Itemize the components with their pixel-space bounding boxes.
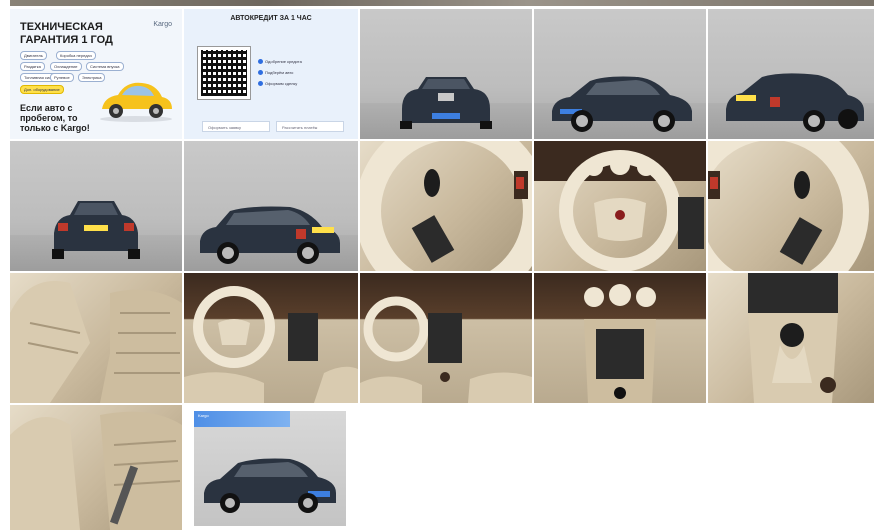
gallery-thumb-car-cover[interactable]: Kargo xyxy=(194,411,346,526)
gallery-thumb-car-rear[interactable] xyxy=(10,141,182,271)
steering-wheel-photo xyxy=(360,141,532,271)
qr-code-icon xyxy=(198,47,250,99)
bullet-icon xyxy=(258,81,263,87)
promo-chip: Охлаждение xyxy=(50,62,82,71)
gallery-thumb-car-rear-right[interactable] xyxy=(708,9,874,139)
credit-title: АВТОКРЕДИТ ЗА 1 ЧАС xyxy=(230,15,312,22)
gallery-thumb-dashboard-wheel[interactable] xyxy=(534,141,706,271)
yellow-car-illustration xyxy=(100,82,172,122)
promo-chip: Раздатка xyxy=(20,62,45,71)
gallery-thumb-steering-wheel-right[interactable] xyxy=(708,141,874,271)
gallery-thumb-interior-console[interactable] xyxy=(184,273,358,403)
gallery-thumb-car-rear-left[interactable] xyxy=(184,141,358,271)
credit-bullet: Одобрение кредита xyxy=(258,59,302,65)
car-front-photo xyxy=(400,77,492,129)
steering-wheel-photo xyxy=(708,141,869,271)
promo-chip: Рулевое xyxy=(50,73,74,82)
promo-title: ТЕХНИЧЕСКАЯ ГАРАНТИЯ 1 ГОД xyxy=(20,21,113,46)
seats-photo xyxy=(10,411,182,530)
credit-calc-button: Рассчитать платёж xyxy=(276,121,344,132)
gallery-thumb-center-stack[interactable] xyxy=(534,273,706,403)
promo-chip: Доп. оборудование xyxy=(20,85,64,94)
gallery-thumb-car-front-left[interactable] xyxy=(534,9,706,139)
top-photo-strip xyxy=(10,0,874,6)
brand-badge: Kargo xyxy=(194,411,290,427)
car-rear-photo xyxy=(52,201,140,259)
gallery-thumb-promo-warranty[interactable]: ТЕХНИЧЕСКАЯ ГАРАНТИЯ 1 ГОД Kargo Двигате… xyxy=(10,9,182,139)
gallery-thumb-car-front[interactable] xyxy=(360,9,532,139)
credit-bullet: Подберём авто xyxy=(258,70,293,76)
promo-chip: Система впуска xyxy=(86,62,124,71)
car-side-photo xyxy=(204,458,336,513)
promo-chip: Коробка передач xyxy=(56,51,96,60)
seats-photo xyxy=(10,281,182,403)
car-rear-photo xyxy=(726,73,864,132)
dashboard-photo xyxy=(534,141,706,271)
gallery-thumb-steering-wheel[interactable] xyxy=(360,141,532,271)
interior-photo xyxy=(184,286,358,403)
gallery-thumb-autocredit[interactable]: АВТОКРЕДИТ ЗА 1 ЧАС Одобрение кредита По… xyxy=(184,9,358,139)
car-side-photo xyxy=(200,206,340,264)
gallery-thumb-interior-center[interactable] xyxy=(360,273,532,403)
gear-shifter-photo xyxy=(748,273,838,403)
car-side-photo xyxy=(552,76,692,132)
interior-photo xyxy=(584,284,656,403)
bullet-icon xyxy=(258,59,263,65)
promo-chip: Двигатель xyxy=(20,51,47,60)
interior-photo xyxy=(360,296,532,403)
promo-logo: Kargo xyxy=(153,21,172,28)
bullet-icon xyxy=(258,70,263,76)
credit-bullet: Оформим сделку xyxy=(258,81,297,87)
gallery-thumb-front-seats[interactable] xyxy=(10,273,182,403)
gallery-thumb-gear-shifter[interactable] xyxy=(708,273,874,403)
credit-apply-button: Оформить заявку xyxy=(202,121,270,132)
gallery-thumb-rear-seats[interactable] xyxy=(10,405,182,530)
